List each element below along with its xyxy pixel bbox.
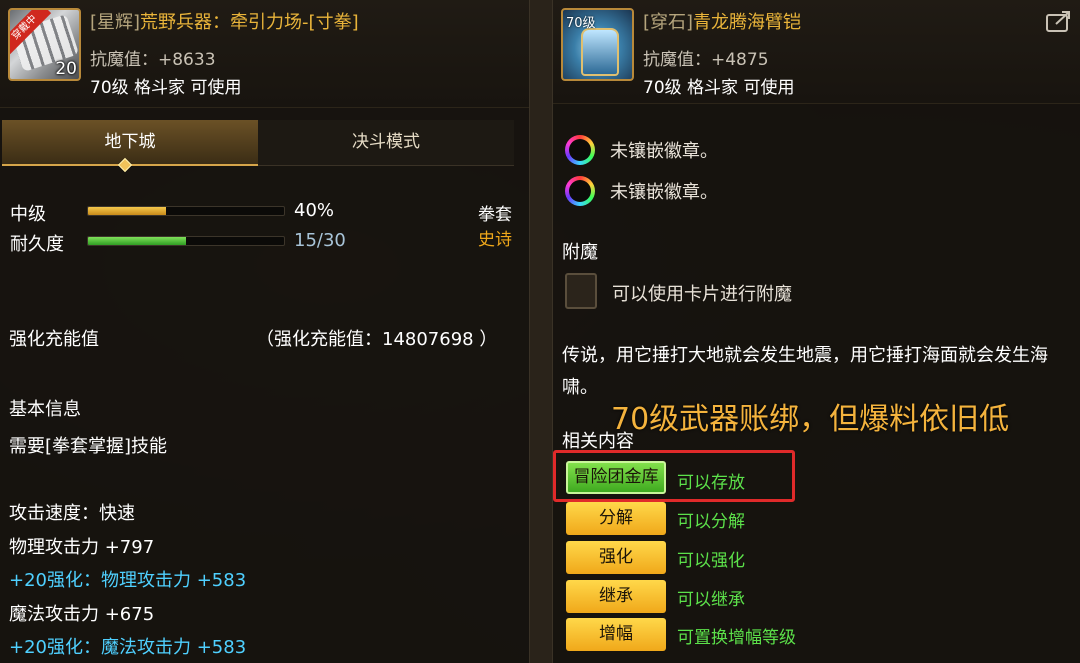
- armor-header: 70级 [穿石]青龙腾海臂铠 抗魔值：+4875 70级 格斗家 可使用: [553, 0, 1080, 104]
- reinforce-button[interactable]: 强化: [566, 541, 666, 574]
- weapon-title: [星辉]荒野兵器：牵引力场-[寸拳]: [90, 8, 359, 34]
- charge-value: （强化充能值：14807698 ）: [256, 329, 498, 350]
- physical-attack: 物理攻击力 +797: [9, 537, 155, 558]
- physical-attack-bonus: +20强化：物理攻击力 +583: [9, 570, 247, 591]
- armor-grade-tag: [穿石]: [643, 12, 694, 33]
- weapon-requirement: 70级 格斗家 可使用: [90, 78, 242, 98]
- disassemble-button[interactable]: 分解: [566, 502, 666, 535]
- armor-requirement: 70级 格斗家 可使用: [643, 78, 795, 98]
- durability-bar: [87, 236, 285, 246]
- armor-title: [穿石]青龙腾海臂铠: [643, 8, 801, 34]
- account-vault-button[interactable]: 冒险团金库: [566, 461, 666, 494]
- account-vault-desc: 可以存放: [677, 473, 745, 493]
- grade-value: 40%: [294, 200, 335, 221]
- share-icon[interactable]: [1046, 10, 1072, 32]
- socket-row-1: 未镶嵌徽章。: [565, 135, 865, 165]
- weapon-name: 荒野兵器：牵引力场-[寸拳]: [140, 12, 359, 33]
- reinforce-desc: 可以强化: [677, 551, 745, 571]
- tab-pvp[interactable]: 决斗模式: [258, 120, 514, 166]
- durability-value: 15/30: [294, 230, 346, 251]
- weapon-grade-tag: [星辉]: [90, 12, 141, 33]
- tab-dungeon[interactable]: 地下城: [2, 120, 258, 166]
- basic-info-heading: 基本信息: [9, 399, 81, 420]
- armor-resist: 抗魔值：+4875: [643, 50, 769, 70]
- durability-label: 耐久度: [10, 234, 64, 255]
- empty-socket-icon: [565, 176, 595, 206]
- grade-label: 中级: [10, 204, 46, 225]
- armor-image: [581, 28, 619, 76]
- durability-bar-fill: [88, 237, 186, 245]
- weapon-icon[interactable]: 穿戴中 20: [8, 8, 81, 81]
- grade-bar-fill: [88, 207, 167, 215]
- enchant-card-slot[interactable]: [565, 273, 597, 309]
- overlay-caption: 70级武器账绑，但爆料依旧低: [611, 402, 1010, 437]
- amplify-desc: 可置换增幅等级: [677, 628, 796, 648]
- charge-label: 强化充能值: [9, 329, 99, 350]
- empty-socket-icon: [565, 135, 595, 165]
- weapon-resist: 抗魔值：+8633: [90, 50, 216, 70]
- disassemble-desc: 可以分解: [677, 512, 745, 532]
- socket-text: 未镶嵌徽章。: [610, 182, 718, 203]
- rarity-label: 史诗: [478, 230, 512, 250]
- armor-name: 青龙腾海臂铠: [693, 12, 802, 33]
- inherit-desc: 可以继承: [677, 590, 745, 610]
- item-level-badge: 20: [55, 59, 77, 79]
- grade-bar: [87, 206, 285, 216]
- mode-tabs: 地下城 决斗模式: [0, 120, 520, 173]
- amplify-button[interactable]: 增幅: [566, 618, 666, 651]
- attack-speed: 攻击速度：快速: [9, 503, 135, 524]
- armor-icon[interactable]: 70级: [561, 8, 634, 81]
- magic-attack-bonus: +20强化：魔法攻击力 +583: [9, 637, 247, 658]
- armor-tooltip-panel: 70级 [穿石]青龙腾海臂铠 抗魔值：+4875 70级 格斗家 可使用 未镶嵌…: [552, 0, 1080, 663]
- enchant-heading: 附魔: [562, 242, 598, 263]
- enchant-text: 可以使用卡片进行附魔: [612, 284, 792, 305]
- socket-row-2: 未镶嵌徽章。: [565, 176, 865, 206]
- weapon-type: 拳套: [478, 205, 512, 225]
- weapon-header: 穿戴中 20 [星辉]荒野兵器：牵引力场-[寸拳] 抗魔值：+8633 70级 …: [0, 0, 529, 108]
- armor-level-badge: 70级: [566, 16, 596, 31]
- background-window-strip: [530, 0, 552, 663]
- weapon-tooltip-panel: 穿戴中 20 [星辉]荒野兵器：牵引力场-[寸拳] 抗魔值：+8633 70级 …: [0, 0, 530, 663]
- magic-attack: 魔法攻击力 +675: [9, 604, 155, 625]
- inherit-button[interactable]: 继承: [566, 580, 666, 613]
- socket-text: 未镶嵌徽章。: [610, 141, 718, 162]
- skill-requirement: 需要[拳套掌握]技能: [9, 436, 168, 457]
